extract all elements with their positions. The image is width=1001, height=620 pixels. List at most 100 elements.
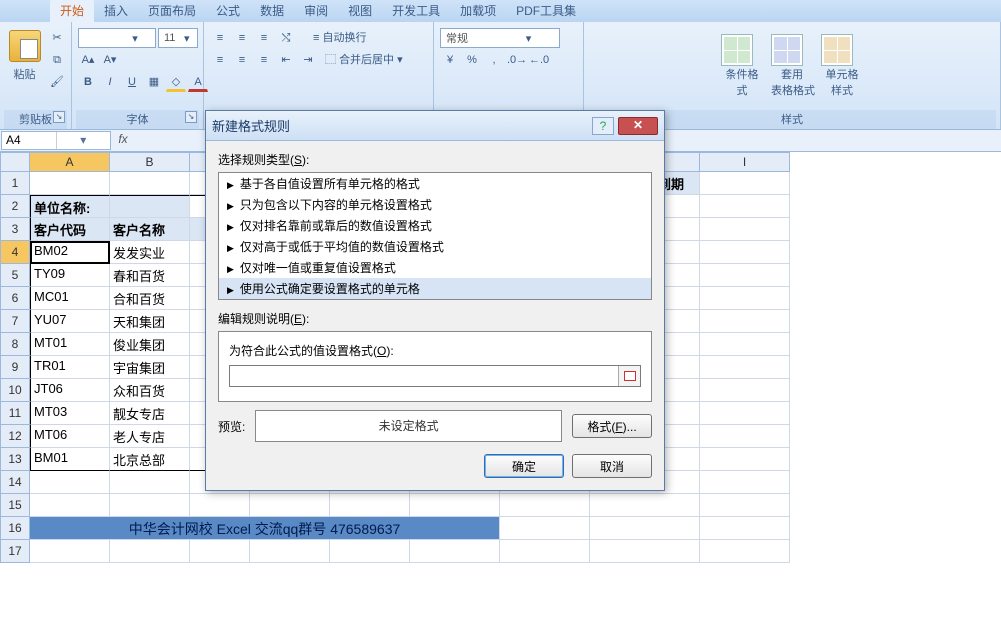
row-header-17[interactable]: 17 bbox=[0, 540, 30, 563]
percent-button[interactable]: % bbox=[462, 50, 482, 70]
clipboard-launcher[interactable]: ↘ bbox=[53, 111, 65, 123]
decrease-indent-button[interactable]: ⇤ bbox=[276, 50, 296, 70]
row-header-4[interactable]: 4 bbox=[0, 241, 30, 264]
ribbon-tab-3[interactable]: 公式 bbox=[206, 0, 250, 22]
cell-A7[interactable]: YU07 bbox=[30, 310, 110, 333]
cell-A3[interactable]: 客户代码 bbox=[30, 218, 110, 241]
dialog-close-button[interactable]: ✕ bbox=[618, 117, 658, 135]
cell-I14[interactable] bbox=[700, 471, 790, 494]
comma-button[interactable]: , bbox=[484, 50, 504, 70]
ribbon-tab-5[interactable]: 审阅 bbox=[294, 0, 338, 22]
cell-A11[interactable]: MT03 bbox=[30, 402, 110, 425]
format-button[interactable]: 格式(F)... bbox=[572, 414, 652, 438]
cell-styles-button[interactable]: 单元格 样式 bbox=[821, 28, 863, 98]
rule-type-list[interactable]: 基于各自值设置所有单元格的格式只为包含以下内容的单元格设置格式仅对排名靠前或靠后… bbox=[218, 172, 652, 300]
cell-G15[interactable] bbox=[500, 494, 590, 517]
ribbon-tab-2[interactable]: 页面布局 bbox=[138, 0, 206, 22]
increase-font-button[interactable]: A▴ bbox=[78, 50, 98, 70]
cut-button[interactable]: ✂ bbox=[47, 28, 67, 48]
conditional-format-button[interactable]: 条件格式 bbox=[721, 28, 763, 98]
cell-A1[interactable] bbox=[30, 172, 110, 195]
row-header-8[interactable]: 8 bbox=[0, 333, 30, 356]
cell-I9[interactable] bbox=[700, 356, 790, 379]
dialog-help-button[interactable]: ? bbox=[592, 117, 614, 135]
cell-A12[interactable]: MT06 bbox=[30, 425, 110, 448]
cell-A5[interactable]: TY09 bbox=[30, 264, 110, 287]
dec-decimal-button[interactable]: ←.0 bbox=[528, 50, 548, 70]
row-header-11[interactable]: 11 bbox=[0, 402, 30, 425]
cell-I2[interactable] bbox=[700, 195, 790, 218]
align-left-button[interactable]: ≡ bbox=[210, 50, 230, 70]
cell-B15[interactable] bbox=[110, 494, 190, 517]
inc-decimal-button[interactable]: .0→ bbox=[506, 50, 526, 70]
cell-B4[interactable]: 发发实业 bbox=[110, 241, 190, 264]
cell-E15[interactable] bbox=[330, 494, 410, 517]
copy-button[interactable]: ⧉ bbox=[47, 50, 67, 70]
cell-I6[interactable] bbox=[700, 287, 790, 310]
cancel-button[interactable]: 取消 bbox=[572, 454, 652, 478]
format-painter-button[interactable]: 🖌 bbox=[47, 72, 67, 92]
cell-I10[interactable] bbox=[700, 379, 790, 402]
merge-center-button[interactable]: ⬚ 合并后居中 ▾ bbox=[320, 50, 408, 70]
paste-button[interactable]: 粘贴 bbox=[4, 24, 45, 82]
cell-I12[interactable] bbox=[700, 425, 790, 448]
cell-I13[interactable] bbox=[700, 448, 790, 471]
row-header-7[interactable]: 7 bbox=[0, 310, 30, 333]
rule-type-item-2[interactable]: 仅对排名靠前或靠后的数值设置格式 bbox=[219, 215, 651, 236]
cell-B2[interactable] bbox=[110, 195, 190, 218]
font-launcher[interactable]: ↘ bbox=[185, 111, 197, 123]
cell-H15[interactable] bbox=[590, 494, 700, 517]
cell-B8[interactable]: 俊业集团 bbox=[110, 333, 190, 356]
rule-type-item-1[interactable]: 只为包含以下内容的单元格设置格式 bbox=[219, 194, 651, 215]
name-box[interactable]: A4 ▾ bbox=[1, 131, 111, 150]
font-family-combo[interactable]: ▾ bbox=[78, 28, 156, 48]
cell-G17[interactable] bbox=[500, 540, 590, 563]
cell-I17[interactable] bbox=[700, 540, 790, 563]
cell-A15[interactable] bbox=[30, 494, 110, 517]
ribbon-tab-8[interactable]: 加载项 bbox=[450, 0, 506, 22]
cell-A13[interactable]: BM01 bbox=[30, 448, 110, 471]
cell-I7[interactable] bbox=[700, 310, 790, 333]
row-header-10[interactable]: 10 bbox=[0, 379, 30, 402]
fx-button[interactable]: fx bbox=[112, 130, 134, 151]
cell-B6[interactable]: 合和百货 bbox=[110, 287, 190, 310]
cell-A14[interactable] bbox=[30, 471, 110, 494]
cell-D17[interactable] bbox=[250, 540, 330, 563]
font-size-combo[interactable]: 11▾ bbox=[158, 28, 198, 48]
row-header-9[interactable]: 9 bbox=[0, 356, 30, 379]
ribbon-tab-4[interactable]: 数据 bbox=[250, 0, 294, 22]
decrease-font-button[interactable]: A▾ bbox=[100, 50, 120, 70]
cell-I4[interactable] bbox=[700, 241, 790, 264]
cell-I8[interactable] bbox=[700, 333, 790, 356]
cell-H17[interactable] bbox=[590, 540, 700, 563]
cell-A9[interactable]: TR01 bbox=[30, 356, 110, 379]
cell-A6[interactable]: MC01 bbox=[30, 287, 110, 310]
footer-cell[interactable]: 中华会计网校 Excel 交流qq群号 476589637 bbox=[30, 517, 500, 540]
align-top-button[interactable]: ≡ bbox=[210, 28, 230, 48]
ribbon-tab-9[interactable]: PDF工具集 bbox=[506, 0, 586, 22]
formula-input[interactable] bbox=[230, 366, 618, 386]
ok-button[interactable]: 确定 bbox=[484, 454, 564, 478]
format-as-table-button[interactable]: 套用 表格格式 bbox=[771, 28, 813, 98]
number-format-combo[interactable]: 常规▾ bbox=[440, 28, 560, 48]
ribbon-tab-6[interactable]: 视图 bbox=[338, 0, 382, 22]
underline-button[interactable]: U bbox=[122, 72, 142, 92]
cell-F15[interactable] bbox=[410, 494, 500, 517]
increase-indent-button[interactable]: ⇥ bbox=[298, 50, 318, 70]
fill-color-button[interactable]: ◇ bbox=[166, 72, 186, 92]
cell-A17[interactable] bbox=[30, 540, 110, 563]
cell-B3[interactable]: 客户名称 bbox=[110, 218, 190, 241]
border-button[interactable]: ▦ bbox=[144, 72, 164, 92]
row-header-2[interactable]: 2 bbox=[0, 195, 30, 218]
cell-B1[interactable] bbox=[110, 172, 190, 195]
cell-B14[interactable] bbox=[110, 471, 190, 494]
cell-B11[interactable]: 靓女专店 bbox=[110, 402, 190, 425]
cell-B13[interactable]: 北京总部 bbox=[110, 448, 190, 471]
row-header-6[interactable]: 6 bbox=[0, 287, 30, 310]
align-right-button[interactable]: ≡ bbox=[254, 50, 274, 70]
row-header-13[interactable]: 13 bbox=[0, 448, 30, 471]
cell-B17[interactable] bbox=[110, 540, 190, 563]
cell-B10[interactable]: 众和百货 bbox=[110, 379, 190, 402]
ribbon-tab-0[interactable]: 开始 bbox=[50, 0, 94, 22]
col-header-A[interactable]: A bbox=[30, 152, 110, 172]
